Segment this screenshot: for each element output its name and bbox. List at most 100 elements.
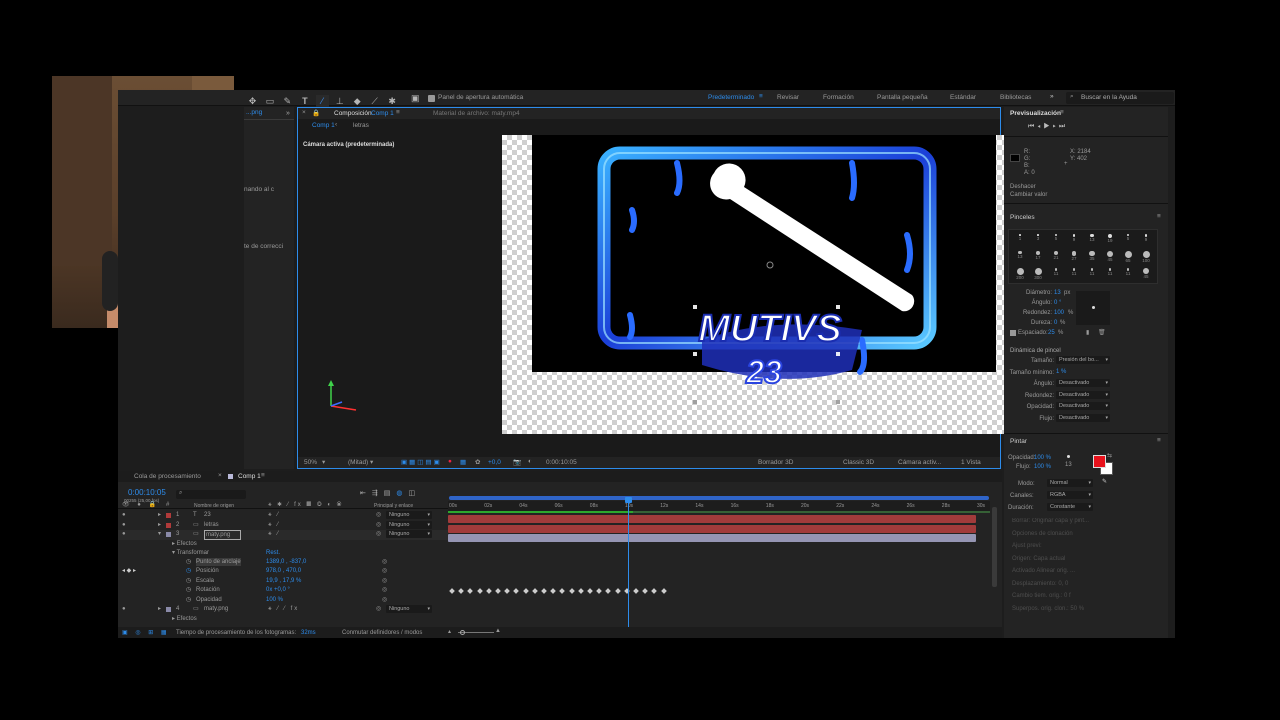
position-keyframe[interactable] [568,588,575,594]
stopwatch-icon[interactable]: ◷ [186,577,191,585]
help-search[interactable]: ⌕ Buscar en la Ayuda [1066,92,1174,104]
stopwatch-icon[interactable]: ◷ [186,567,191,575]
exposure-icon[interactable]: ✿ [475,458,480,466]
layer-row[interactable]: ● ▸ 1 T 23 ⚹ ⁄ ◎ Ninguno [118,511,448,521]
exposure-value[interactable]: +0,0 [488,459,501,466]
expression-pickwhip-icon[interactable]: ◎ [382,596,387,604]
position-keyframe[interactable] [605,588,612,594]
camera-select[interactable]: Cámara activ... [898,459,941,466]
position-keyframe[interactable] [513,588,520,594]
layer-row[interactable]: ● ▸ 4 ▭ maty.png ⚹ ⁄ ⁄ fx ◎ Ninguno [118,605,448,615]
eraser-tool-icon[interactable]: ◆ [351,95,364,107]
paint-mode-select[interactable]: Normal [1047,479,1093,487]
layer-row[interactable]: ● ▾ 3 ▭ maty.png ⚹ ⁄ ◎ Ninguno [118,530,448,540]
dynamics-select[interactable]: Desactivado [1056,390,1110,399]
snap-icon[interactable]: ▣ [411,92,420,104]
visibility-eye-icon[interactable]: ● [122,521,126,529]
show-snapshot-icon[interactable]: ◐ [528,458,532,465]
visibility-eye-icon[interactable]: ● [122,605,126,613]
swap-colors-icon[interactable]: ⇆ [1107,452,1112,460]
brush-preset[interactable]: 35 [1083,249,1101,266]
play-icon[interactable]: ▶ [1043,123,1052,130]
property-value[interactable]: 978,0 , 470,0 [266,567,301,575]
hardness-value[interactable]: 0 [1054,319,1057,327]
workspace-tab-estandar[interactable]: Estándar [950,94,976,101]
preview-menu-icon[interactable]: ≡ [1060,109,1064,116]
layer-switches[interactable]: ⚹ ⁄ [268,521,280,529]
layer-duration-bar[interactable] [448,515,976,523]
comp-canvas[interactable]: MUTIVS 23 [502,135,1031,434]
position-keyframe[interactable] [614,588,621,594]
position-keyframe[interactable] [596,588,603,594]
panel-collapse-icon[interactable]: » [286,110,290,117]
timeline-search-input[interactable]: ⌕ [176,490,246,499]
render-queue-tab[interactable]: Cola de procesamiento [134,473,201,480]
first-frame-icon[interactable]: ⏮ [1028,123,1037,130]
position-keyframe[interactable] [651,588,658,594]
breadcrumb-letras[interactable]: letras [353,122,369,129]
layer-name[interactable]: 23 [204,511,211,519]
lock-icon[interactable]: 🔒 [312,109,320,117]
puppet-pin-icon[interactable]: ✱ [386,95,399,107]
zoom-in-icon[interactable]: ▲ [495,627,501,635]
parent-select[interactable]: Ninguno [386,520,432,529]
text-tool-icon[interactable]: T [298,95,311,107]
paint-opacity-value[interactable]: 100 % [1034,454,1051,462]
comp-tab-name[interactable]: Comp 1 [371,110,394,117]
transparency-grid-icon[interactable]: ▦ [460,458,466,466]
brush-preset[interactable]: 100 [1137,249,1155,266]
rect-mask-tool-icon[interactable]: ▭ [263,95,276,107]
auto-open-checkbox[interactable] [428,95,435,102]
property-value[interactable]: 1389,0 , -837,0 [266,558,306,566]
property-value[interactable]: 0x +0,0 ° [266,586,290,594]
shy-icon[interactable]: ▤ [384,490,397,497]
position-keyframe[interactable] [467,588,474,594]
expression-pickwhip-icon[interactable]: ◎ [382,567,387,575]
spacing-value[interactable]: 25 [1048,329,1055,337]
workspace-tab-formacion[interactable]: Formación [823,94,854,101]
brush-grid[interactable]: 1 3 5 9 13 19 5 9 13 17 21 27 35 45 65 100 200 300 11 11 11 1… [1008,229,1158,284]
workspace-tab-bibliotecas[interactable]: Bibliotecas [1000,94,1031,101]
expression-pickwhip-icon[interactable]: ◎ [382,586,387,594]
effects-group[interactable]: ▸ Efectos [172,540,197,548]
timeline-menu-icon[interactable]: ≡ [261,472,265,479]
comp-tab-label[interactable]: Composición [334,110,372,117]
brush-preset[interactable]: 9 [1137,232,1155,249]
comp-mini-flow-icon[interactable]: ⇤ [360,490,372,497]
position-keyframe[interactable] [642,588,649,594]
timeline-scrollbar[interactable] [992,507,997,587]
position-keyframe[interactable] [504,588,511,594]
property-row[interactable]: ◂ ◆ ▸ ◷ Posición 978,0 , 470,0 ◎ [118,567,448,577]
position-keyframe[interactable] [476,588,483,594]
brush-preset[interactable]: 27 [1065,249,1083,266]
layer-label-color[interactable] [166,513,171,518]
timeline-comp-tab[interactable]: Comp 1 [238,473,261,480]
paint-menu-icon[interactable]: ≡ [1157,437,1161,444]
zoom-select[interactable]: 50% [304,459,317,466]
spacing-checkbox[interactable] [1010,330,1016,336]
timeline-timecode[interactable]: 0:00:10:05 [128,488,166,497]
more-workspaces-icon[interactable]: » [1050,93,1054,100]
layer-name[interactable]: maty.png [204,605,228,613]
brush-preset[interactable]: 21 [1047,249,1065,266]
layer-duration-bar[interactable] [448,534,976,542]
close-comp-tab-icon[interactable]: × [218,472,222,479]
comp-tab-menu-icon[interactable]: ≡ [396,109,400,116]
footage-tab[interactable]: Material de archivo: maty.mp4 [433,110,520,117]
layer-switches[interactable]: ⚹ ⁄ [268,530,280,538]
source-name-header[interactable]: Nombre de origen [194,502,234,510]
stopwatch-icon[interactable]: ◷ [186,558,191,566]
twirl-icon[interactable]: ▸ [158,521,161,529]
timeline-playhead[interactable] [624,497,632,627]
time-ruler[interactable]: 00s 02s 04s 06s 08s 10s 12s 14s 16s 18s 20s 22s 24s 2… [448,501,990,511]
transform-group[interactable]: ▾ Transformar [172,549,209,557]
layer-label-color[interactable] [166,532,171,537]
hand-tool-icon[interactable]: ✥ [246,95,259,107]
position-keyframe[interactable] [559,588,566,594]
layer-switches[interactable]: ⚹ ⁄ ⁄ fx [268,605,299,613]
twirl-icon[interactable]: ▸ [158,511,161,519]
property-value[interactable]: 19,9 , 17,9 % [266,577,301,585]
position-keyframe[interactable] [541,588,547,594]
keyframe-nav-icon[interactable]: ◂ ◆ ▸ [122,567,136,575]
brush-preset[interactable]: 11 [1065,266,1083,283]
